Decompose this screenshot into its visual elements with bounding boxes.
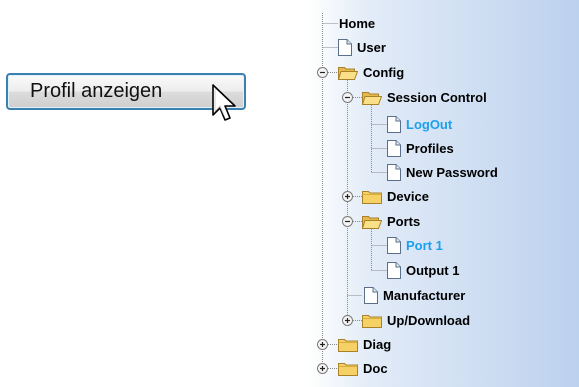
- tree-item-label: Config: [363, 64, 405, 80]
- show-profile-button[interactable]: Profil anzeigen: [6, 73, 246, 110]
- expand-doc-icon[interactable]: [317, 363, 328, 374]
- tree-item-manufacturer[interactable]: Manufacturer: [364, 285, 465, 305]
- document-icon: [387, 115, 401, 133]
- tree-item-user[interactable]: User: [338, 37, 386, 57]
- tree-item-label: Ports: [387, 213, 421, 229]
- tree-item-output-1[interactable]: Output 1: [387, 260, 459, 280]
- tree-item-session-control[interactable]: Session Control: [362, 87, 487, 107]
- tree-item-label: New Password: [406, 164, 498, 180]
- navigation-tree: Home User Config Session Control LogOut …: [308, 0, 579, 387]
- tree-item-label: Diag: [363, 336, 392, 352]
- tree-item-label: User: [357, 39, 386, 55]
- tree-item-up-download[interactable]: Up/Download: [362, 310, 470, 330]
- tree-item-config[interactable]: Config: [338, 62, 404, 82]
- folder-icon: [338, 338, 358, 352]
- collapse-ports-icon[interactable]: [342, 216, 353, 227]
- tree-item-label: Manufacturer: [383, 287, 466, 303]
- folder-icon: [362, 314, 382, 328]
- expand-up-download-icon[interactable]: [342, 315, 353, 326]
- open-folder-icon: [338, 66, 358, 80]
- tree-item-label: Output 1: [406, 262, 460, 278]
- tree-item-profiles[interactable]: Profiles: [387, 138, 454, 158]
- expand-diag-icon[interactable]: [317, 339, 328, 350]
- mouse-cursor-icon: [212, 84, 236, 121]
- document-icon: [387, 236, 401, 254]
- tree-item-home[interactable]: Home: [334, 13, 375, 33]
- open-folder-icon: [362, 215, 382, 229]
- tree-item-diag[interactable]: Diag: [338, 334, 391, 354]
- open-folder-icon: [362, 91, 382, 105]
- document-icon: [338, 38, 352, 56]
- tree-item-label: LogOut: [406, 116, 453, 132]
- tree-item-device[interactable]: Device: [362, 186, 429, 206]
- folder-icon: [362, 190, 382, 204]
- tree-item-new-password[interactable]: New Password: [387, 162, 498, 182]
- stage: Profil anzeigen Home User Config Session…: [0, 0, 579, 387]
- tree-item-label: Doc: [363, 360, 388, 376]
- tree-item-label: Session Control: [387, 89, 487, 105]
- tree-item-label: Up/Download: [387, 312, 471, 328]
- tree-item-ports[interactable]: Ports: [362, 211, 420, 231]
- tree-item-doc[interactable]: Doc: [338, 358, 388, 378]
- tree-item-label: Home: [339, 15, 376, 31]
- document-icon: [387, 261, 401, 279]
- tree-item-label: Port 1: [406, 237, 443, 253]
- tree-item-label: Device: [387, 188, 429, 204]
- tree-item-label: Profiles: [406, 140, 454, 156]
- tree-item-port-1[interactable]: Port 1: [387, 235, 443, 255]
- expand-device-icon[interactable]: [342, 191, 353, 202]
- document-icon: [364, 286, 378, 304]
- document-icon: [387, 163, 401, 181]
- folder-icon: [338, 362, 358, 376]
- collapse-session-control-icon[interactable]: [342, 92, 353, 103]
- tree-item-logout[interactable]: LogOut: [387, 114, 452, 134]
- document-icon: [387, 139, 401, 157]
- collapse-config-icon[interactable]: [317, 67, 328, 78]
